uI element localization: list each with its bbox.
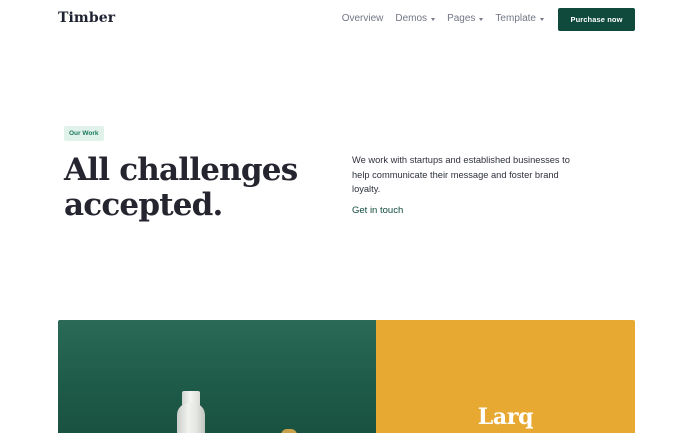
hero-description: We work with startups and established bu…: [352, 155, 570, 194]
nav-item-label: Pages: [447, 13, 476, 24]
top-navbar: Timber Overview Demos Pages Template Pur…: [0, 0, 694, 40]
nav-item-template[interactable]: Template: [495, 13, 544, 24]
purchase-now-button[interactable]: Purchase now: [558, 8, 635, 31]
bottle-product-image: [177, 391, 205, 433]
caret-down-icon: [431, 18, 436, 21]
headline-line-1: All challenges: [64, 152, 298, 188]
nav-item-overview[interactable]: Overview: [342, 13, 384, 24]
project-image: [58, 320, 376, 433]
project-title: Larq: [477, 404, 534, 430]
project-showcase-card[interactable]: Larq: [58, 320, 635, 433]
main-nav: Overview Demos Pages Template: [342, 13, 544, 24]
headline-line-2: accepted.: [64, 187, 223, 223]
nav-item-label: Overview: [341, 13, 384, 24]
get-in-touch-link[interactable]: Get in touch: [352, 205, 403, 216]
nav-item-pages[interactable]: Pages: [447, 13, 484, 24]
brand-logo[interactable]: Timber: [58, 10, 115, 26]
caret-down-icon: [540, 18, 544, 21]
section-badge: Our Work: [64, 126, 104, 141]
project-title-panel: Larq: [376, 320, 635, 433]
caret-down-icon: [479, 18, 484, 21]
page-title: All challenges accepted.: [64, 153, 334, 223]
product-cap-image: [281, 429, 297, 433]
nav-item-label: Demos: [395, 13, 428, 24]
nav-item-demos[interactable]: Demos: [395, 13, 436, 24]
nav-item-label: Template: [495, 13, 536, 24]
